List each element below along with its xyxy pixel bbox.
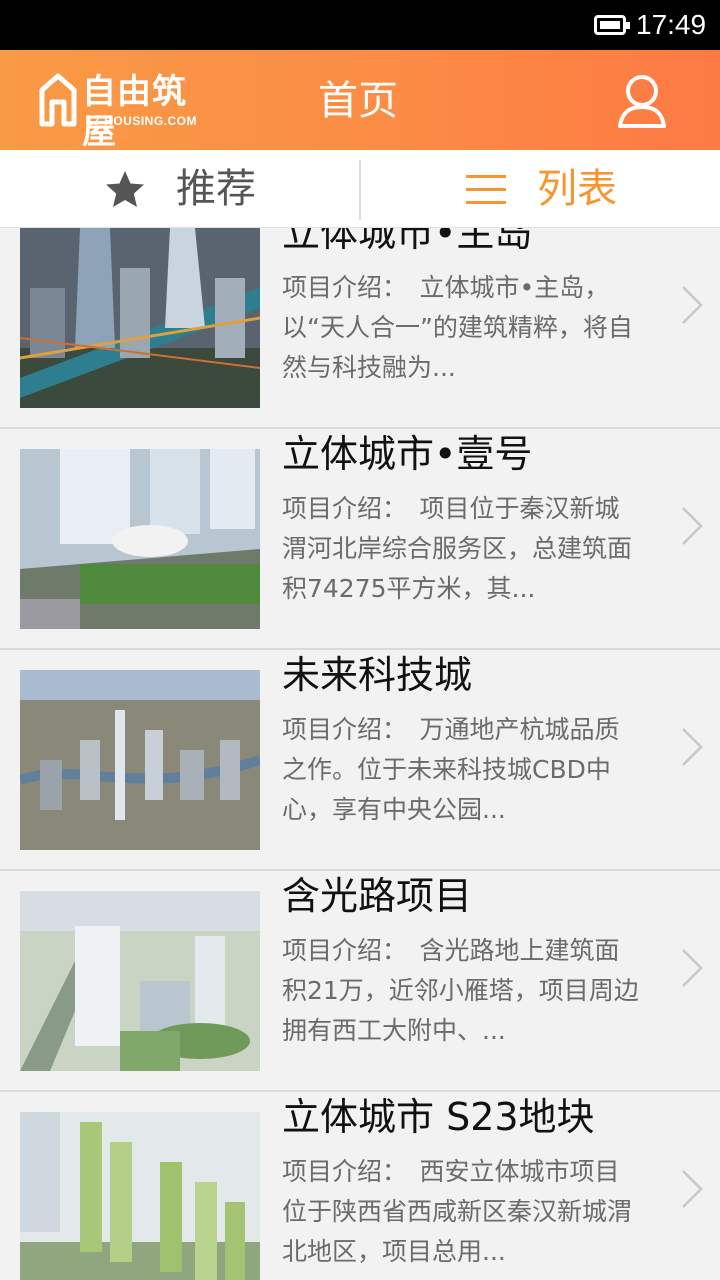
tab-recommend-label: 推荐 <box>176 166 256 212</box>
item-title: 未来科技城 <box>282 653 473 697</box>
tab-list[interactable]: 列表 <box>361 150 720 228</box>
project-thumbnail <box>20 891 260 1071</box>
item-description: 项目介绍： 含光路地上建筑面积21万，近邻小雁塔，项目周边拥有西工大附中、... <box>282 936 639 1045</box>
battery-icon <box>594 15 630 35</box>
app-logo[interactable]: 自由筑屋 17 HOUSING.COM <box>38 72 208 152</box>
project-thumbnail <box>20 670 260 850</box>
item-title: 立体城市•壹号 <box>282 432 533 476</box>
list-item[interactable]: 含光路项目 项目介绍： 含光路地上建筑面积21万，近邻小雁塔，项目周边拥有西工大… <box>0 871 720 1092</box>
project-thumbnail <box>20 1112 260 1280</box>
item-title: 含光路项目 <box>282 874 473 918</box>
chevron-right-icon <box>682 949 703 987</box>
chevron-right-icon <box>682 728 703 766</box>
project-list: 立体城市•主岛 项目介绍： 立体城市•主岛，以“天人合一”的建筑精粹，将自然与科… <box>0 228 720 1280</box>
item-description: 项目介绍： 万通地产杭城品质之作。位于未来科技城CBD中心，享有中央公园... <box>282 715 620 824</box>
logo-subtitle: 17 HOUSING.COM <box>86 114 198 128</box>
logo-text: 自由筑屋 <box>82 72 187 152</box>
project-thumbnail <box>20 228 260 408</box>
list-icon <box>466 175 506 204</box>
list-item[interactable]: 未来科技城 项目介绍： 万通地产杭城品质之作。位于未来科技城CBD中心，享有中央… <box>0 650 720 871</box>
tab-list-label: 列表 <box>537 166 617 212</box>
page-title: 首页 <box>318 78 398 124</box>
house-logo-icon <box>39 73 77 127</box>
list-item[interactable]: 立体城市 S23地块 项目介绍： 西安立体城市项目位于陕西省西咸新区秦汉新城渭北… <box>0 1092 720 1280</box>
user-profile-button[interactable] <box>612 72 672 132</box>
item-description: 项目介绍： 立体城市•主岛，以“天人合一”的建筑精粹，将自然与科技融为... <box>282 273 633 382</box>
item-description: 项目介绍： 西安立体城市项目位于陕西省西咸新区秦汉新城渭北地区，项目总用... <box>282 1157 633 1266</box>
status-time: 17:49 <box>636 9 707 40</box>
chevron-right-icon <box>682 1170 703 1208</box>
chevron-right-icon <box>682 286 703 324</box>
item-description: 项目介绍： 项目位于秦汉新城渭河北岸综合服务区，总建筑面积74275平方米，其.… <box>282 494 633 603</box>
tab-bar: 推荐 列表 <box>0 150 720 228</box>
user-icon <box>618 75 666 128</box>
list-item[interactable]: 立体城市•壹号 项目介绍： 项目位于秦汉新城渭河北岸综合服务区，总建筑面积742… <box>0 429 720 650</box>
item-title: 立体城市•主岛 <box>282 228 533 255</box>
status-bar: 17:49 <box>0 0 720 50</box>
star-icon <box>106 171 144 207</box>
item-title: 立体城市 S23地块 <box>282 1095 595 1139</box>
app-header: 自由筑屋 17 HOUSING.COM 首页 <box>0 50 720 152</box>
list-item[interactable]: 立体城市•主岛 项目介绍： 立体城市•主岛，以“天人合一”的建筑精粹，将自然与科… <box>0 228 720 429</box>
chevron-right-icon <box>682 507 703 545</box>
tab-recommend[interactable]: 推荐 <box>0 150 359 228</box>
project-thumbnail <box>20 449 260 629</box>
